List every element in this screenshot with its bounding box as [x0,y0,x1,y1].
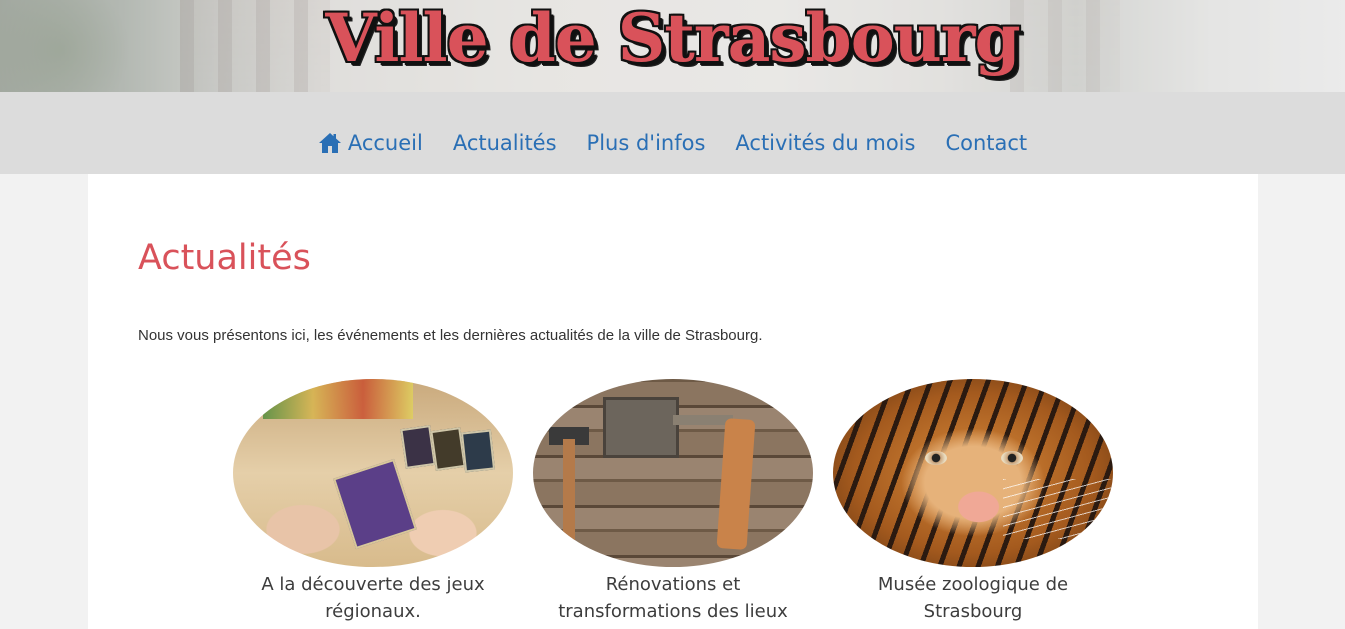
tools-on-wood-photo[interactable] [533,379,813,567]
nav-item-label: Activités du mois [735,131,916,155]
nav-item-label: Contact [945,131,1028,155]
vise-bar-shape [673,415,733,425]
header-banner: Ville de Strasbourg [0,0,1345,92]
game-box-shape [263,379,413,419]
nav-item-label: Plus d'infos [586,131,706,155]
game-hand-cards-shape [333,458,417,550]
main-navigation: Accueil Actualités Plus d'infos Activité… [0,92,1345,174]
game-card-shape [460,429,496,473]
tiger-eye-shape [925,451,947,465]
vise-shape [603,397,679,458]
wood-plane-shape [716,418,756,550]
nav-item-label: Accueil [347,131,423,155]
intro-text: Nous vous présentons ici, les événements… [138,327,763,344]
news-card[interactable]: Musée zoologique de Strasbourg [833,379,1113,625]
board-game-photo[interactable] [233,379,513,567]
news-card[interactable]: A la découverte des jeux régionaux. [233,379,513,625]
main-content: Actualités Nous vous présentons ici, les… [88,174,1258,629]
tiger-whiskers-shape [1003,479,1113,539]
tiger-photo[interactable] [833,379,1113,567]
nav-item-activites[interactable]: Activités du mois [720,128,930,158]
news-card-caption[interactable]: Musée zoologique de Strasbourg [833,571,1113,625]
home-icon [318,133,341,153]
news-card[interactable]: Rénovations et transformations des lieux [533,379,813,625]
tiger-eye-shape [1001,451,1023,465]
page-title: Actualités [138,238,311,278]
news-card-caption[interactable]: A la découverte des jeux régionaux. [233,571,513,625]
nav-item-label: Actualités [452,131,557,155]
news-card-caption[interactable]: Rénovations et transformations des lieux [533,571,813,625]
nav-item-plus-infos[interactable]: Plus d'infos [572,128,721,158]
hammer-handle-shape [563,439,575,549]
nav-item-actualites[interactable]: Actualités [438,128,572,158]
nav-item-accueil[interactable]: Accueil [303,128,438,158]
nav-item-contact[interactable]: Contact [930,128,1042,158]
site-title[interactable]: Ville de Strasbourg [0,0,1345,78]
